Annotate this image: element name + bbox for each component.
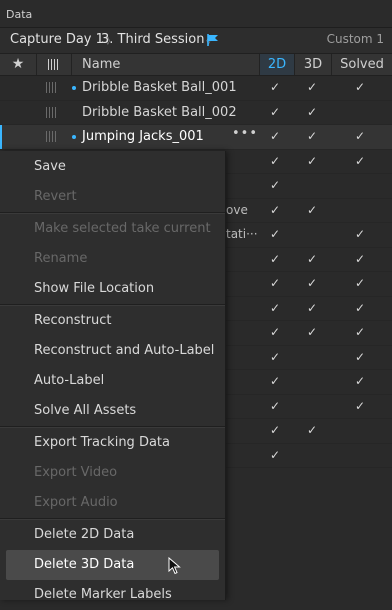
capture-day-label: Capture Day 1 <box>10 32 104 47</box>
flag-icon[interactable] <box>206 33 220 47</box>
solved-column-header[interactable]: Solved <box>332 54 392 75</box>
3d-column-header[interactable]: 3D <box>295 54 332 75</box>
menu-item-revert: Revert <box>34 189 77 204</box>
barcode-column-header[interactable] <box>37 54 72 75</box>
check-icon: ✓ <box>307 129 318 143</box>
take-name-fragment: tati··· <box>226 227 258 241</box>
menu-item-delete-2d[interactable]: Delete 2D Data <box>0 520 225 550</box>
check-icon: ✓ <box>270 153 281 168</box>
menu-item-export-audio: Export Audio <box>34 495 118 510</box>
check-icon: ✓ <box>270 178 281 192</box>
check-icon: ✓ <box>355 325 366 339</box>
check-icon: ✓ <box>307 276 318 290</box>
table-row[interactable]: Dribble Basket Ball_002 ✓ ✓ <box>0 101 392 125</box>
menu-item-show-file-location[interactable]: Show File Location <box>0 274 225 304</box>
status-dot-icon <box>72 86 76 90</box>
take-name: Dribble Basket Ball_001 <box>82 80 237 95</box>
mouse-cursor-icon <box>168 557 181 575</box>
star-column-header[interactable]: ★ <box>0 54 37 75</box>
menu-item-reconstruct-autolabel[interactable]: Reconstruct and Auto-Label <box>0 336 225 366</box>
table-row-selected[interactable]: Jumping Jacks_001 ••• ✓ ✓ ✓ <box>0 125 392 150</box>
check-icon: ✓ <box>270 276 281 290</box>
check-icon: ✓ <box>355 80 366 94</box>
barcode-icon <box>46 82 58 93</box>
check-icon: ✓ <box>307 423 318 437</box>
take-name: Jumping Jacks_001 <box>82 129 204 144</box>
check-icon: ✓ <box>270 374 281 388</box>
check-icon: ✓ <box>270 300 281 315</box>
take-name: Dribble Basket Ball_002 <box>82 104 237 120</box>
menu-item-make-current: Make selected take current <box>34 221 211 236</box>
check-icon: ✓ <box>270 202 281 217</box>
check-icon: ✓ <box>307 104 318 119</box>
check-icon: ✓ <box>270 423 281 437</box>
check-icon: ✓ <box>355 300 366 315</box>
check-icon: ✓ <box>355 276 366 290</box>
check-icon: ✓ <box>270 129 281 143</box>
check-icon: ✓ <box>270 104 281 119</box>
menu-item-save[interactable]: Save <box>0 152 225 182</box>
barcode-icon <box>48 59 60 70</box>
check-icon: ✓ <box>355 227 366 241</box>
take-name-fragment: ove <box>226 202 248 217</box>
check-icon: ✓ <box>355 251 366 266</box>
menu-item-export-video: Export Video <box>34 465 118 480</box>
check-icon: ✓ <box>270 325 281 339</box>
menu-item-reconstruct[interactable]: Reconstruct <box>0 306 225 336</box>
check-icon: ✓ <box>270 349 281 364</box>
check-icon: ✓ <box>355 349 366 364</box>
check-icon: ✓ <box>355 374 366 388</box>
capture-day-dropdown[interactable]: Capture Day 1 ◊ <box>10 32 110 47</box>
check-icon: ✓ <box>270 398 281 413</box>
custom-view-label[interactable]: Custom 1 <box>327 32 384 46</box>
menu-item-delete-3d[interactable]: Delete 3D Data <box>6 550 219 580</box>
2d-column-header[interactable]: 2D <box>260 54 295 75</box>
barcode-icon <box>46 131 58 142</box>
menu-item-rename: Rename <box>34 251 88 266</box>
check-icon: ✓ <box>355 153 366 168</box>
check-icon: ✓ <box>270 227 281 241</box>
check-icon: ✓ <box>307 325 318 339</box>
check-icon: ✓ <box>307 153 318 168</box>
check-icon: ✓ <box>270 447 281 462</box>
check-icon: ✓ <box>307 300 318 315</box>
status-dot-icon <box>72 135 76 139</box>
session-dropdown[interactable]: 3. Third Session◊ <box>101 32 210 47</box>
name-column-header[interactable]: Name <box>72 54 260 75</box>
check-icon: ✓ <box>307 202 318 217</box>
check-icon: ✓ <box>307 251 318 266</box>
check-icon: ✓ <box>270 80 281 94</box>
panel-title: Data <box>0 0 392 28</box>
check-icon: ✓ <box>355 398 366 413</box>
check-icon: ✓ <box>307 80 318 94</box>
filter-bar: Capture Day 1◊ 3. Third Session◊ Custom … <box>0 28 392 53</box>
context-menu: Save Revert Make selected take current R… <box>0 151 226 602</box>
menu-item-solve-all[interactable]: Solve All Assets <box>0 396 225 426</box>
selection-indicator <box>0 125 2 149</box>
session-label: 3. Third Session <box>101 32 205 47</box>
check-icon: ✓ <box>270 251 281 266</box>
check-icon: ✓ <box>355 129 366 143</box>
menu-item-export-tracking[interactable]: Export Tracking Data <box>0 428 225 458</box>
barcode-icon <box>46 106 58 118</box>
more-options-icon[interactable]: ••• <box>232 126 258 141</box>
menu-item-delete-marker-labels[interactable]: Delete Marker Labels <box>0 580 225 610</box>
table-header: ★ Name 2D 3D Solved <box>0 53 392 76</box>
menu-item-autolabel[interactable]: Auto-Label <box>0 366 225 396</box>
table-row[interactable]: Dribble Basket Ball_001 ✓ ✓ ✓ <box>0 76 392 101</box>
